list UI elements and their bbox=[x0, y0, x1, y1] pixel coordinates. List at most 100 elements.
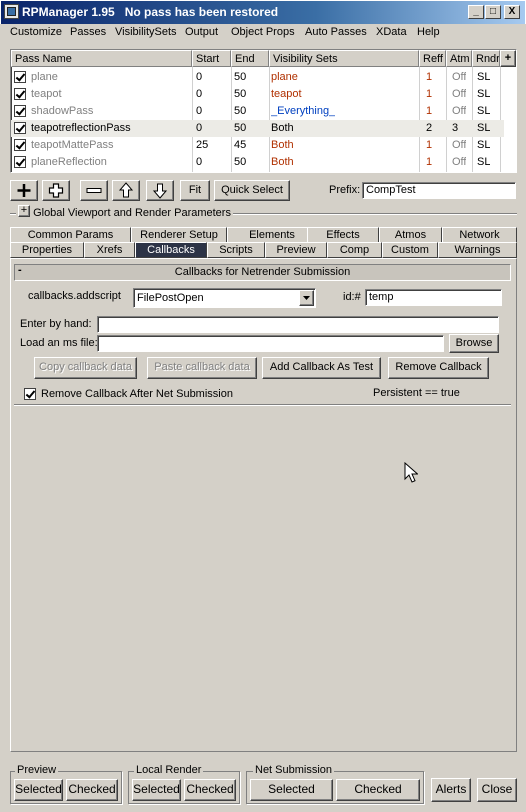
pass-name: shadowPass bbox=[31, 105, 94, 117]
remove-pass-button[interactable] bbox=[80, 180, 108, 201]
row-checkbox[interactable] bbox=[14, 156, 26, 168]
row-checkbox[interactable] bbox=[14, 105, 26, 117]
scroll-up-button[interactable]: + bbox=[500, 50, 516, 67]
table-row[interactable]: teapotreflectionPass 0 50 Both 2 3 SL bbox=[11, 120, 504, 137]
pass-end: 50 bbox=[234, 105, 247, 117]
pass-list[interactable]: Pass Name Start End Visibility Sets Reff… bbox=[10, 49, 517, 173]
pass-start: 25 bbox=[196, 139, 209, 151]
pass-end: 50 bbox=[234, 156, 247, 168]
preview-checked-button[interactable]: Checked bbox=[66, 779, 118, 801]
pass-reff: 1 bbox=[426, 71, 433, 83]
tab-properties[interactable]: Properties bbox=[10, 242, 84, 258]
pass-start: 0 bbox=[196, 71, 203, 83]
quick-select-button[interactable]: Quick Select bbox=[214, 180, 290, 201]
pass-atm: Off bbox=[452, 88, 467, 100]
pass-rndr: SL bbox=[477, 156, 491, 168]
chevron-down-icon bbox=[303, 296, 310, 300]
tab-atmos[interactable]: Atmos bbox=[379, 227, 442, 243]
row-checkbox[interactable] bbox=[14, 122, 26, 134]
table-row[interactable]: shadowPass 0 50 _Everything_ 1 Off SL bbox=[11, 103, 504, 120]
persistent-status: Persistent == true bbox=[373, 387, 460, 399]
rollout-bottom-divider bbox=[14, 404, 511, 406]
header-visibility-sets[interactable]: Visibility Sets bbox=[269, 50, 419, 67]
tab-common-params[interactable]: Common Params bbox=[10, 227, 131, 243]
tab-preview[interactable]: Preview bbox=[265, 242, 327, 258]
fit-button[interactable]: Fit bbox=[180, 180, 210, 201]
load-ms-file-label: Load an ms file: bbox=[20, 337, 98, 349]
plus-icon bbox=[17, 184, 31, 197]
paste-callback-button[interactable]: Paste callback data bbox=[147, 357, 257, 379]
local-selected-button[interactable]: Selected bbox=[132, 779, 181, 801]
row-checkbox[interactable] bbox=[14, 88, 26, 100]
menu-help[interactable]: Help bbox=[417, 26, 440, 38]
pass-rndr: SL bbox=[477, 122, 491, 134]
menu-xdata[interactable]: XData bbox=[376, 26, 407, 38]
table-row[interactable]: planeReflection 0 50 Both 1 Off SL bbox=[11, 154, 504, 171]
tab-renderer-setup[interactable]: Renderer Setup bbox=[131, 227, 227, 243]
pass-name: teapot bbox=[31, 88, 62, 100]
tab-comp[interactable]: Comp bbox=[327, 242, 382, 258]
table-row[interactable]: teapot 0 50 teapot 1 Off SL bbox=[11, 86, 504, 103]
prefix-input[interactable]: CompTest bbox=[362, 182, 516, 199]
enter-by-hand-input[interactable] bbox=[97, 316, 499, 333]
add-callback-test-button[interactable]: Add Callback As Test bbox=[262, 357, 381, 379]
tab-network[interactable]: Network bbox=[442, 227, 517, 243]
browse-button[interactable]: Browse bbox=[449, 334, 499, 353]
tab-elements[interactable]: Elements bbox=[227, 227, 317, 243]
id-input[interactable]: temp bbox=[365, 289, 502, 306]
ms-file-input[interactable] bbox=[97, 335, 444, 352]
enter-by-hand-label: Enter by hand: bbox=[20, 318, 92, 330]
close-button[interactable]: X bbox=[504, 5, 520, 19]
header-rndr[interactable]: Rndr bbox=[472, 50, 500, 67]
tab-xrefs[interactable]: Xrefs bbox=[84, 242, 135, 258]
tab-custom[interactable]: Custom bbox=[382, 242, 438, 258]
pass-atm: Off bbox=[452, 105, 467, 117]
table-row[interactable]: teapotMattePass 25 45 Both 1 Off SL bbox=[11, 137, 504, 154]
tab-callbacks[interactable]: Callbacks bbox=[135, 242, 207, 258]
pass-atm: Off bbox=[452, 139, 467, 151]
dropdown-button[interactable] bbox=[299, 290, 314, 306]
net-selected-button[interactable]: Selected bbox=[250, 779, 333, 801]
menu-visibilitysets[interactable]: VisibilitySets bbox=[115, 26, 177, 38]
pass-rndr: SL bbox=[477, 71, 491, 83]
expand-toggle[interactable]: + bbox=[18, 205, 30, 217]
move-up-button[interactable] bbox=[112, 180, 140, 201]
remove-after-submission-checkbox[interactable] bbox=[24, 388, 36, 400]
header-atm[interactable]: Atm bbox=[446, 50, 472, 67]
menu-customize[interactable]: Customize bbox=[10, 26, 62, 38]
net-submission-group-title: Net Submission bbox=[253, 764, 335, 776]
copy-callback-button[interactable]: Copy callback data bbox=[34, 357, 137, 379]
header-reff[interactable]: Reff bbox=[419, 50, 446, 67]
preview-selected-button[interactable]: Selected bbox=[14, 779, 63, 801]
pass-reff: 1 bbox=[426, 139, 433, 151]
local-checked-button[interactable]: Checked bbox=[184, 779, 236, 801]
header-end[interactable]: End bbox=[231, 50, 269, 67]
menu-output[interactable]: Output bbox=[185, 26, 218, 38]
menu-object-props[interactable]: Object Props bbox=[231, 26, 295, 38]
menu-passes[interactable]: Passes bbox=[70, 26, 106, 38]
tab-scripts[interactable]: Scripts bbox=[207, 242, 265, 258]
row-checkbox[interactable] bbox=[14, 71, 26, 83]
addscript-dropdown[interactable]: FilePostOpen bbox=[133, 288, 316, 308]
net-checked-button[interactable]: Checked bbox=[336, 779, 420, 801]
alerts-button[interactable]: Alerts bbox=[431, 778, 471, 802]
maximize-button[interactable]: □ bbox=[485, 5, 501, 19]
tab-effects[interactable]: Effects bbox=[307, 227, 379, 243]
move-down-button[interactable] bbox=[146, 180, 174, 201]
tab-warnings[interactable]: Warnings bbox=[438, 242, 517, 258]
prefix-label: Prefix: bbox=[329, 184, 361, 196]
callbacks-rollout-title: Callbacks for Netrender Submission bbox=[174, 266, 351, 278]
menu-auto-passes[interactable]: Auto Passes bbox=[305, 26, 367, 38]
global-rollout-header[interactable]: + Global Viewport and Render Parameters bbox=[16, 205, 233, 219]
close-dialog-button[interactable]: Close bbox=[477, 778, 517, 802]
minimize-button[interactable]: _ bbox=[468, 5, 484, 19]
header-start[interactable]: Start bbox=[192, 50, 231, 67]
table-row[interactable]: plane 0 50 plane 1 Off SL bbox=[11, 69, 504, 86]
duplicate-pass-button[interactable] bbox=[42, 180, 70, 201]
remove-callback-button[interactable]: Remove Callback bbox=[388, 357, 489, 379]
row-checkbox[interactable] bbox=[14, 139, 26, 151]
add-pass-button[interactable] bbox=[10, 180, 38, 201]
header-pass-name[interactable]: Pass Name bbox=[11, 50, 192, 67]
global-rollout-label: Global Viewport and Render Parameters bbox=[33, 207, 231, 219]
pass-visibility-set: teapot bbox=[271, 88, 302, 100]
